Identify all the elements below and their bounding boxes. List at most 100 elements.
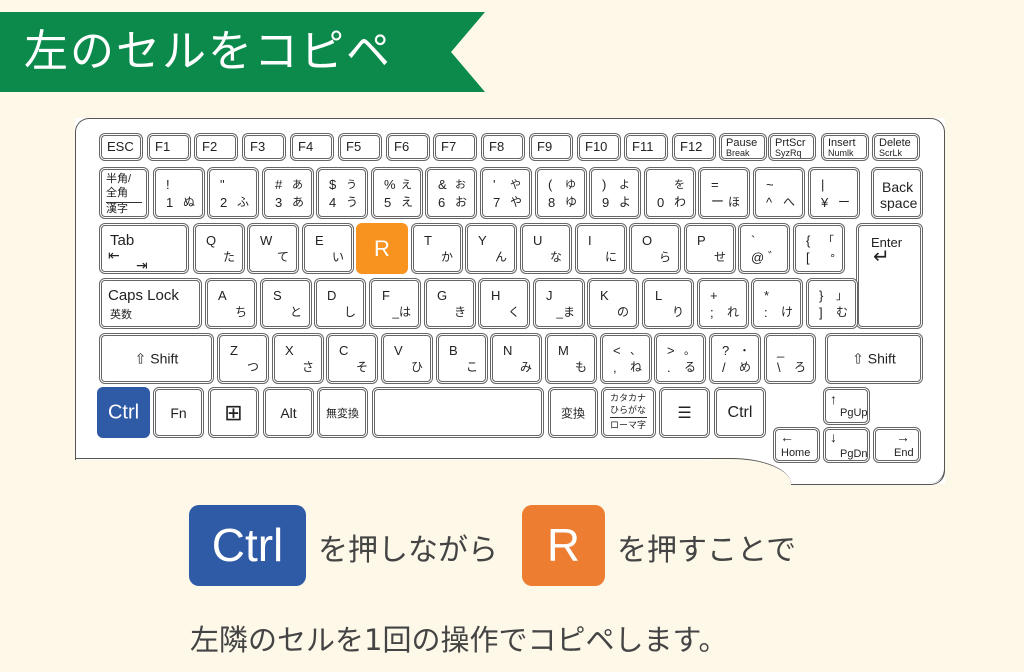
key-label: Ctrl: [107, 401, 140, 423]
key-letter: S: [273, 288, 282, 303]
key-letter: U: [533, 233, 543, 248]
key-kana: う: [345, 195, 358, 209]
key-kana: へ: [782, 195, 795, 209]
right-arrow-icon: →: [896, 429, 910, 445]
key-letter: I: [588, 233, 592, 248]
key-W: Wて: [247, 223, 299, 274]
key-kana: か: [440, 250, 453, 264]
key-letter: P: [697, 233, 706, 248]
key-letter: N: [503, 343, 513, 358]
key-kana: お: [454, 195, 467, 209]
key-kana-shift: 「: [823, 235, 834, 247]
key-O: Oら: [629, 223, 681, 274]
key-letter: J: [546, 288, 553, 303]
key-char: 3: [275, 195, 283, 210]
key-ctrl-left-highlighted: Ctrl: [97, 387, 150, 438]
key-label: 全角: [106, 187, 128, 199]
key-label: Tab: [110, 232, 135, 249]
key-kana: や: [509, 195, 522, 209]
key-label: ⇧ Shift: [852, 350, 896, 366]
key-label: Home: [781, 447, 811, 459]
key-henkan: 変換: [548, 387, 598, 438]
key-kana: る: [683, 360, 696, 374]
key-char: ¥: [821, 195, 829, 210]
key-*: *: け: [751, 278, 803, 329]
key-label: End: [894, 447, 914, 459]
key-Z: Zつ: [217, 333, 269, 384]
r-key-badge: R: [522, 505, 605, 586]
key-char: .: [667, 360, 671, 375]
key-delete: Delete ScrLk: [872, 133, 920, 161]
key-letter: T: [424, 233, 432, 248]
key-kana-shift: あ: [292, 179, 303, 191]
key-kana: こ: [465, 360, 478, 374]
key-kana-shift: え: [401, 179, 412, 191]
key-label: PgDn: [840, 448, 868, 460]
key-label: F10: [585, 139, 608, 154]
key-F: F _は: [369, 278, 421, 329]
key-kana: そ: [355, 360, 368, 374]
key-pgdn: ↓ PgDn: [823, 427, 870, 463]
key-number-4: $ う 4 う: [316, 167, 368, 219]
description-text: 左隣のセルを1回の操作でコピペします。: [190, 623, 728, 657]
key-hankaku-zenkaku: 半角/全角 漢字: [99, 167, 149, 219]
key-label: PgUp: [840, 407, 868, 419]
key-letter: V: [394, 343, 403, 358]
key-label: F2: [202, 139, 218, 154]
key-kana-shift: お: [455, 179, 466, 191]
key-f2: F2: [194, 133, 238, 161]
key-number-0: を0わ: [644, 167, 696, 219]
key-char: /: [722, 360, 726, 375]
key-number-9: ) よ 9 よ: [589, 167, 641, 219]
key-label: F8: [489, 139, 505, 154]
key-G: Gき: [424, 278, 476, 329]
instruction-text-1: を押しながら: [318, 533, 498, 568]
page-title: 左のセルをコピペ: [24, 26, 392, 77]
key-char: [: [806, 250, 810, 265]
key-kana: ぬ: [182, 195, 195, 209]
key-label: 無変換: [326, 407, 359, 420]
key-letter: Z: [230, 343, 238, 358]
key-N: Nみ: [490, 333, 542, 384]
key-letter: W: [260, 233, 273, 248]
key-number-1: ! 1 ぬ: [153, 167, 205, 219]
key-kana: わ: [673, 195, 686, 209]
key-kana: く: [507, 305, 520, 319]
key-sublabel: ScrLk: [879, 148, 903, 158]
key-char: ,: [613, 360, 617, 375]
key-f8: F8: [481, 133, 525, 161]
key-shift-symbol: &: [438, 177, 447, 192]
key-letter: }: [819, 288, 824, 303]
key-kana: ん: [494, 250, 507, 264]
key-kana-shift: う: [346, 179, 357, 191]
key-C: Cそ: [326, 333, 378, 384]
key-f9: F9: [529, 133, 573, 161]
key-T: Tか: [411, 223, 463, 274]
key-char: 6: [438, 195, 446, 210]
key-f6: F6: [386, 133, 430, 161]
key-char: \: [777, 360, 781, 375]
key-H: Hく: [478, 278, 530, 329]
key-shift-symbol: ': [493, 177, 496, 192]
key-char: @: [751, 250, 765, 265]
tab-right-arrow-icon: ⇥: [136, 257, 148, 273]
key-f12: F12: [672, 133, 716, 161]
key-L: Lり: [642, 278, 694, 329]
key-kana: つ: [246, 360, 259, 374]
key-shift-symbol: |: [821, 177, 825, 192]
key-f3: F3: [242, 133, 286, 161]
key-`: ` @ ゛: [738, 223, 790, 274]
key-}: } 」] む: [806, 278, 858, 329]
key-number-¥: | ¥ ー: [808, 167, 860, 219]
key-label: F9: [537, 139, 553, 154]
key-muhenkan: 無変換: [317, 387, 368, 438]
key-char: 7: [493, 195, 501, 210]
key-shift-symbol: ": [220, 177, 225, 192]
key-kana: れ: [726, 305, 739, 319]
key-kana-shift: 、: [630, 345, 641, 357]
key-kana: _ま: [556, 305, 575, 319]
key-kana-shift: ・: [739, 345, 750, 357]
key-kana: °: [830, 251, 835, 265]
key-shift-symbol: =: [711, 177, 719, 192]
key-letter: <: [613, 343, 621, 358]
